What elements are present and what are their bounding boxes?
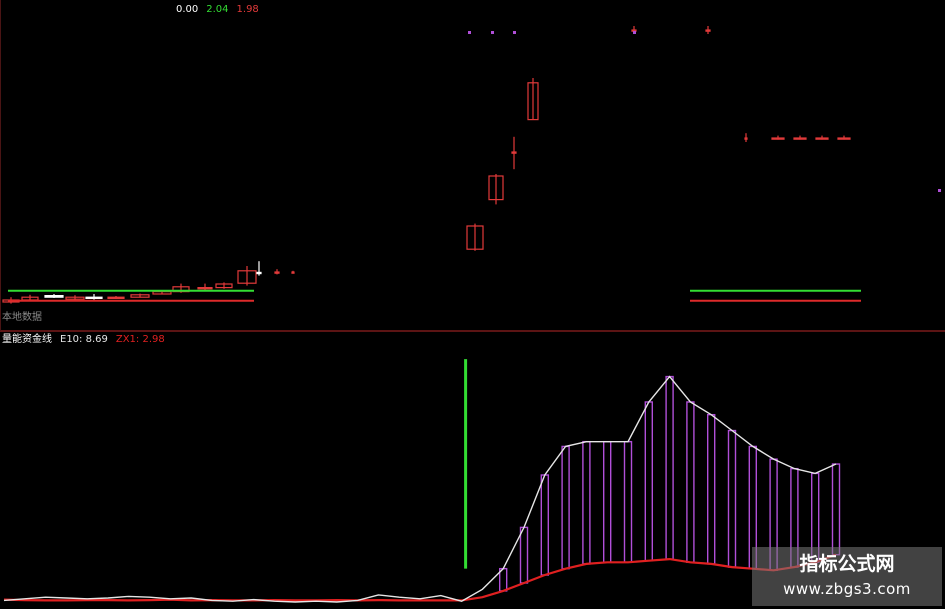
indicator-readout: 量能资金线 E10: 8.69 ZX1: 2.98	[2, 334, 165, 346]
indicator-zx1-value: ZX1: 2.98	[115, 334, 165, 345]
indicator-bar	[519, 526, 529, 584]
indicator-bar	[665, 375, 674, 560]
price-marker	[468, 31, 471, 34]
readout-prefix: 0.00	[176, 4, 199, 15]
indicator-bar	[623, 440, 633, 564]
price-readout: 0.00 2.04 1.98	[176, 4, 259, 16]
data-source-label: 本地数据	[2, 312, 42, 323]
chart-canvas	[0, 0, 945, 603]
candle-body	[837, 137, 851, 140]
candle-body	[44, 295, 64, 298]
e10-series-line	[3, 375, 837, 603]
candle-body	[291, 271, 295, 274]
indicator-bar	[644, 401, 653, 562]
zx1-series-line	[3, 553, 837, 602]
price-marker	[491, 31, 494, 34]
candle-body	[107, 296, 125, 300]
indicator-bar	[686, 401, 695, 564]
candle-body	[705, 29, 711, 32]
candle-body	[815, 137, 829, 140]
indicator-bar	[831, 463, 841, 556]
price-panel-edge	[0, 0, 1, 331]
watermark-url: www.zbgs3.com	[783, 580, 911, 598]
watermark-title: 指标公式网	[799, 553, 895, 575]
candle-body	[274, 271, 280, 274]
candle-body	[744, 137, 748, 140]
candle-body	[771, 137, 785, 140]
indicator-bar	[707, 413, 716, 565]
candle-body	[793, 137, 807, 140]
indicator-bar	[603, 440, 612, 564]
candle-body	[85, 296, 103, 300]
readout-mid: 2.04	[206, 4, 229, 15]
indicator-bar	[727, 429, 737, 568]
indicator-bar	[582, 440, 591, 565]
indicator-panel	[3, 359, 841, 603]
price-marker	[513, 31, 516, 34]
indicator-name: 量能资金线	[2, 334, 52, 345]
price-marker	[633, 31, 636, 34]
readout-right: 1.98	[236, 4, 259, 15]
candle-body	[197, 287, 213, 290]
indicator-e10-value: E10: 8.69	[60, 334, 108, 345]
candle-body	[511, 151, 517, 154]
indicator-bar	[561, 445, 570, 570]
indicator-bar	[540, 474, 549, 576]
price-panel	[2, 26, 941, 304]
price-marker	[938, 189, 941, 192]
candle-body	[256, 271, 262, 275]
watermark: 指标公式网 www.zbgs3.com	[752, 547, 942, 606]
